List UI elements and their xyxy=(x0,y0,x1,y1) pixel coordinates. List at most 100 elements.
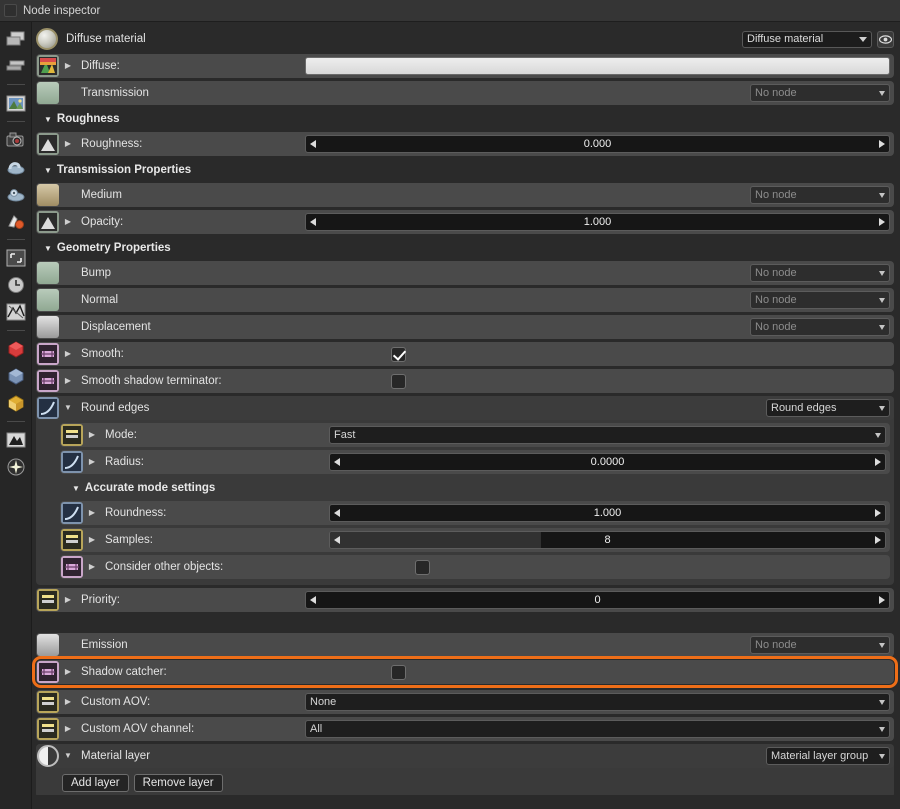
expand-arrow-icon[interactable]: ▶ xyxy=(85,555,99,579)
int-node-icon[interactable] xyxy=(37,589,59,611)
expand-arrow-icon[interactable]: ▶ xyxy=(61,342,75,366)
normal-node-combo[interactable]: No node xyxy=(750,291,890,309)
row-bump[interactable]: Bump No node xyxy=(36,261,894,285)
consider-other-objects-checkbox[interactable] xyxy=(415,559,430,575)
remove-layer-button[interactable]: Remove layer xyxy=(133,774,223,792)
bool-node-icon[interactable] xyxy=(37,370,59,392)
render-region-icon[interactable] xyxy=(5,247,27,269)
collapse-triangle-icon[interactable]: ▼ xyxy=(61,744,75,768)
increment-arrow-icon[interactable] xyxy=(879,140,885,148)
camera-icon[interactable] xyxy=(5,129,27,151)
expand-arrow-icon[interactable]: ▶ xyxy=(61,132,75,156)
row-custom-aov[interactable]: ▶ Custom AOV: None xyxy=(36,690,894,714)
increment-arrow-icon[interactable] xyxy=(879,596,885,604)
shadow-catcher-checkbox[interactable] xyxy=(391,664,406,680)
histogram-icon[interactable] xyxy=(5,429,27,451)
expand-arrow-icon[interactable]: ▶ xyxy=(61,690,75,714)
collapse-triangle-icon[interactable]: ▼ xyxy=(61,396,75,420)
section-geometry-properties[interactable]: ▼ Geometry Properties xyxy=(36,237,894,259)
displacement-node-combo[interactable]: No node xyxy=(750,318,890,336)
round-edges-node-combo[interactable]: Round edges xyxy=(766,399,890,417)
row-samples[interactable]: ▶ Samples: 8 xyxy=(60,528,890,552)
expand-arrow-icon[interactable]: ▶ xyxy=(85,501,99,525)
expand-arrow-icon[interactable]: ▶ xyxy=(85,528,99,552)
custom-aov-combo[interactable]: None xyxy=(305,693,890,711)
geometry-icon[interactable] xyxy=(5,183,27,205)
add-layer-button[interactable]: Add layer xyxy=(62,774,129,792)
enum-node-icon[interactable] xyxy=(61,424,83,446)
samples-slider[interactable]: 8 xyxy=(329,531,886,549)
row-opacity[interactable]: ▶ Opacity: 1.000 xyxy=(36,210,894,234)
yellow-cube-icon[interactable] xyxy=(5,392,27,414)
section-roughness[interactable]: ▼ Roughness xyxy=(36,108,894,130)
row-priority[interactable]: ▶ Priority: 0 xyxy=(36,588,894,612)
row-roundness[interactable]: ▶ Roundness: 1.000 xyxy=(60,501,890,525)
increment-arrow-icon[interactable] xyxy=(875,509,881,517)
row-round-edges[interactable]: ▼ Round edges Round edges xyxy=(36,396,894,420)
eye-icon[interactable] xyxy=(877,30,894,48)
image-texture-icon[interactable] xyxy=(37,133,59,155)
row-consider-other-objects[interactable]: ▶ Consider other objects: xyxy=(60,555,890,579)
custom-aov-channel-combo[interactable]: All xyxy=(305,720,890,738)
row-shadow-catcher[interactable]: ▶ Shadow catcher: xyxy=(32,656,898,688)
image-icon[interactable] xyxy=(5,92,27,114)
render-layers-icon[interactable] xyxy=(5,28,27,50)
row-medium[interactable]: Medium No node xyxy=(36,183,894,207)
medium-node-combo[interactable]: No node xyxy=(750,186,890,204)
mode-combo[interactable]: Fast xyxy=(329,426,886,444)
star-icon[interactable] xyxy=(5,456,27,478)
radius-slider[interactable]: 0.0000 xyxy=(329,453,886,471)
noise-icon[interactable] xyxy=(5,301,27,323)
image-texture-icon[interactable] xyxy=(37,211,59,233)
transmission-node-combo[interactable]: No node xyxy=(750,84,890,102)
bool-node-icon[interactable] xyxy=(37,343,59,365)
emission-node-combo[interactable]: No node xyxy=(750,636,890,654)
section-accurate-mode-settings[interactable]: ▼ Accurate mode settings xyxy=(60,477,890,499)
expand-arrow-icon[interactable]: ▶ xyxy=(85,450,99,474)
red-cube-icon[interactable] xyxy=(5,338,27,360)
material-icon[interactable] xyxy=(5,210,27,232)
row-smooth[interactable]: ▶ Smooth: xyxy=(36,342,894,366)
smooth-shadow-terminator-checkbox[interactable] xyxy=(391,373,406,389)
row-radius[interactable]: ▶ Radius: 0.0000 xyxy=(60,450,890,474)
float-node-icon[interactable] xyxy=(61,451,83,473)
row-transmission[interactable]: Transmission No node xyxy=(36,81,894,105)
expand-arrow-icon[interactable]: ▶ xyxy=(61,54,75,78)
int-node-icon[interactable] xyxy=(61,529,83,551)
row-mode[interactable]: ▶ Mode: Fast xyxy=(60,423,890,447)
row-roughness[interactable]: ▶ Roughness: 0.000 xyxy=(36,132,894,156)
window-menu-icon[interactable] xyxy=(4,4,17,17)
row-smooth-shadow-terminator[interactable]: ▶ Smooth shadow terminator: xyxy=(36,369,894,393)
row-normal[interactable]: Normal No node xyxy=(36,288,894,312)
clock-icon[interactable] xyxy=(5,274,27,296)
expand-arrow-icon[interactable]: ▶ xyxy=(61,210,75,234)
bool-node-icon[interactable] xyxy=(37,661,59,683)
row-diffuse[interactable]: ▶ Diffuse: xyxy=(36,54,894,78)
expand-arrow-icon[interactable]: ▶ xyxy=(61,660,75,684)
float-node-icon[interactable] xyxy=(61,502,83,524)
priority-slider[interactable]: 0 xyxy=(305,591,890,609)
row-emission[interactable]: Emission No node xyxy=(36,633,894,657)
image-texture-icon[interactable] xyxy=(37,55,59,77)
expand-arrow-icon[interactable]: ▶ xyxy=(61,588,75,612)
enum-node-icon[interactable] xyxy=(37,691,59,713)
enum-node-icon[interactable] xyxy=(37,718,59,740)
layers-stack-icon[interactable] xyxy=(5,55,27,77)
row-displacement[interactable]: Displacement No node xyxy=(36,315,894,339)
row-custom-aov-channel[interactable]: ▶ Custom AOV channel: All xyxy=(36,717,894,741)
environment-icon[interactable] xyxy=(5,156,27,178)
bool-node-icon[interactable] xyxy=(61,556,83,578)
smooth-checkbox[interactable] xyxy=(391,346,406,362)
opacity-slider[interactable]: 1.000 xyxy=(305,213,890,231)
material-layer-group-combo[interactable]: Material layer group xyxy=(766,747,890,765)
diffuse-color-swatch[interactable] xyxy=(305,57,890,75)
increment-arrow-icon[interactable] xyxy=(875,536,881,544)
round-edges-node-icon[interactable] xyxy=(37,397,59,419)
blue-cube-icon[interactable] xyxy=(5,365,27,387)
node-type-combo[interactable]: Diffuse material xyxy=(742,30,872,48)
expand-arrow-icon[interactable]: ▶ xyxy=(61,369,75,393)
roughness-slider[interactable]: 0.000 xyxy=(305,135,890,153)
material-layer-node-icon[interactable] xyxy=(37,745,59,767)
section-transmission-properties[interactable]: ▼ Transmission Properties xyxy=(36,159,894,181)
row-material-layer[interactable]: ▼ Material layer Material layer group xyxy=(36,744,894,768)
